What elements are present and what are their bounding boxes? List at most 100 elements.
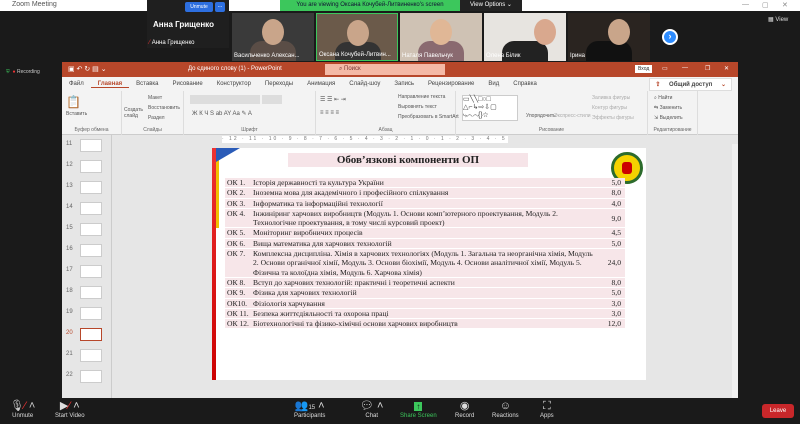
tab-view[interactable]: Вид — [481, 81, 506, 87]
search-input[interactable]: ⌕ Поиск — [325, 64, 445, 75]
view-button[interactable]: ▦ View — [768, 16, 788, 23]
minimize-button[interactable]: — — [682, 65, 688, 71]
chat-button[interactable]: 💬︎ ˄ Chat — [360, 400, 383, 419]
tab-home[interactable]: Главная — [90, 81, 130, 88]
find-button[interactable]: ⌕ Найти — [654, 95, 672, 101]
quick-styles-button[interactable]: Экспресс-стили — [554, 113, 591, 119]
align-buttons[interactable]: ≡ ≡ ≡ ≡ — [320, 110, 339, 116]
horizontal-ruler: · 12 · 11 · 10 · 9 · 8 · 7 · 6 · 5 · 4 ·… — [62, 135, 738, 144]
apps-button[interactable]: ⛶ Apps — [540, 400, 554, 419]
slide-thumbnail[interactable]: 13 — [66, 181, 102, 194]
tab-draw[interactable]: Рисование — [165, 81, 209, 87]
record-button[interactable]: ◉ Record — [455, 400, 474, 419]
reset-button[interactable]: Восстановить — [148, 105, 180, 111]
tab-insert[interactable]: Вставка — [129, 81, 165, 87]
slide-canvas[interactable]: Обов’язкові компоненти ОП ОК 1. Історія д… — [212, 148, 646, 380]
next-page-button[interactable]: › — [662, 29, 678, 45]
shape-outline-button[interactable]: Контур фигуры — [592, 105, 627, 111]
slide-number: 12 — [66, 162, 73, 168]
participant-tile[interactable]: Оксана Кочубей-Литвин... — [316, 13, 398, 61]
participant-name: Васильченко Алексан... — [234, 53, 300, 59]
tab-file[interactable]: Файл — [62, 81, 91, 87]
smartart-button[interactable]: Преобразовать в SmartArt — [398, 114, 459, 120]
participant-tile[interactable]: Васильченко Алексан... — [232, 13, 314, 61]
decorative-triangle — [216, 148, 240, 162]
row-credits: 5,0 — [611, 238, 622, 248]
unmute-button[interactable]: 🎙︎⁄ ˄ Unmute — [10, 400, 35, 419]
slide-thumbnail[interactable]: 17 — [66, 265, 102, 278]
slide-thumbnail[interactable]: 12 — [66, 160, 102, 173]
ribbon-display-icon[interactable]: ▭ — [662, 65, 668, 72]
row-name: Інформатика та інформаційні технології — [253, 198, 383, 208]
participant-tile[interactable]: Ірина — [568, 13, 650, 61]
row-name: Вступ до харчових технологій: практичні … — [253, 277, 455, 287]
participant-tile[interactable]: Олена Білик — [484, 13, 566, 61]
table-row: ОК 9. Фізика для харчових технологій 5,0 — [225, 288, 625, 299]
slide-thumbnail[interactable]: 15 — [66, 223, 102, 236]
row-credits: 4,5 — [611, 228, 622, 238]
font-name-select[interactable] — [190, 95, 260, 104]
chevron-right-icon: › — [668, 31, 672, 41]
tab-slideshow[interactable]: Слайд-шоу — [342, 81, 387, 87]
shape-effects-button[interactable]: Эффекты фигуры — [592, 115, 634, 121]
font-format-buttons[interactable]: Ж К Ч S ab AY Aa ✎ A — [192, 110, 252, 117]
close-button[interactable]: ✕ — [782, 1, 788, 9]
paste-button[interactable]: Вставить — [66, 111, 87, 117]
tab-record[interactable]: Запись — [387, 81, 421, 87]
more-mini-button[interactable]: ... — [215, 2, 225, 12]
view-options-button[interactable]: View Options ⌄ — [460, 0, 522, 11]
row-credits: 5,0 — [611, 178, 622, 187]
table-row: ОК 11. Безпека життєдіяльності та охорона… — [225, 308, 625, 320]
vertical-scrollbar[interactable] — [732, 144, 738, 398]
reactions-button[interactable]: ☺ Reactions — [492, 400, 519, 419]
drawing-group: ▭╲╲□○□ △⌐↳⇨⇩▢ ⤷⌒⌒{}☆ Упорядочить Экспресс-… — [456, 91, 648, 135]
slide-thumbnail[interactable]: 11 — [66, 139, 102, 152]
slide-thumbnail[interactable]: 18 — [66, 286, 102, 299]
text-direction-button[interactable]: Направление текста — [398, 94, 445, 100]
select-button[interactable]: ⇲ Выделить — [654, 115, 683, 121]
participant-tile[interactable]: Наталя Павельчук — [400, 13, 482, 61]
signin-button[interactable]: Вход — [635, 65, 653, 73]
slide-number: 17 — [66, 267, 73, 273]
arrange-button[interactable]: Упорядочить — [526, 113, 556, 119]
slide-thumbnail[interactable]: 21 — [66, 349, 102, 362]
unmute-mini-button[interactable]: Unmute — [185, 2, 213, 12]
apps-icon: ⛶ — [542, 400, 551, 412]
participants-button[interactable]: 👥15 ˄ Participants — [294, 400, 325, 419]
tab-design[interactable]: Конструктор — [210, 81, 258, 87]
share-button[interactable]: ⇪ Общий доступ ⌄ — [649, 78, 732, 91]
leave-button[interactable]: Leave — [762, 404, 794, 418]
tab-transitions[interactable]: Переходы — [258, 81, 300, 87]
start-video-button[interactable]: ▶⁄ ˄ Start Video — [55, 400, 85, 419]
table-row: ОК 5. Моніторинг виробничих процесів 4,5 — [225, 228, 625, 239]
share-screen-label: Share Screen — [400, 413, 437, 419]
restore-button[interactable]: ❐ — [705, 65, 710, 72]
shapes-gallery[interactable]: ▭╲╲□○□ △⌐↳⇨⇩▢ ⤷⌒⌒{}☆ — [462, 95, 518, 121]
tab-help[interactable]: Справка — [506, 81, 544, 87]
shape-fill-button[interactable]: Заливка фигуры — [592, 95, 630, 101]
slide-number: 21 — [66, 351, 73, 357]
list-buttons[interactable]: ☰ ☰ ⇤ ⇥ — [320, 96, 346, 103]
share-screen-button[interactable]: ↑ Share Screen — [400, 400, 437, 419]
slide-thumbnail-current[interactable]: 20 — [66, 328, 102, 341]
slide-thumbnail[interactable]: 14 — [66, 202, 102, 215]
align-text-button[interactable]: Выровнять текст — [398, 104, 437, 110]
tab-animations[interactable]: Анимация — [300, 81, 342, 87]
layout-button[interactable]: Макет — [148, 95, 162, 101]
quick-access-toolbar[interactable]: ▣ ↶ ↻ ▤ ⌄ — [68, 65, 107, 73]
tab-review[interactable]: Рецензирование — [421, 81, 481, 87]
replace-button[interactable]: ⇆ Заменить — [654, 105, 682, 111]
minimize-button[interactable]: — — [742, 1, 749, 8]
slide-thumbnail[interactable]: 19 — [66, 307, 102, 320]
font-size-select[interactable] — [262, 95, 282, 104]
slide-thumbnail[interactable]: 16 — [66, 244, 102, 257]
section-button[interactable]: Раздел — [148, 115, 165, 121]
close-button[interactable]: ✕ — [724, 65, 729, 72]
row-code: ОК 8. — [227, 277, 246, 287]
slide-thumbnail[interactable]: 22 — [66, 370, 102, 383]
maximize-button[interactable]: ▢ — [762, 1, 769, 9]
table-row: ОК 4. Інжиніринг харчових виробництв (Мод… — [225, 208, 625, 229]
unmute-label: Unmute — [12, 413, 34, 419]
new-slide-button[interactable]: Создать слайд — [124, 107, 146, 119]
participants-count: 15 — [308, 405, 316, 411]
